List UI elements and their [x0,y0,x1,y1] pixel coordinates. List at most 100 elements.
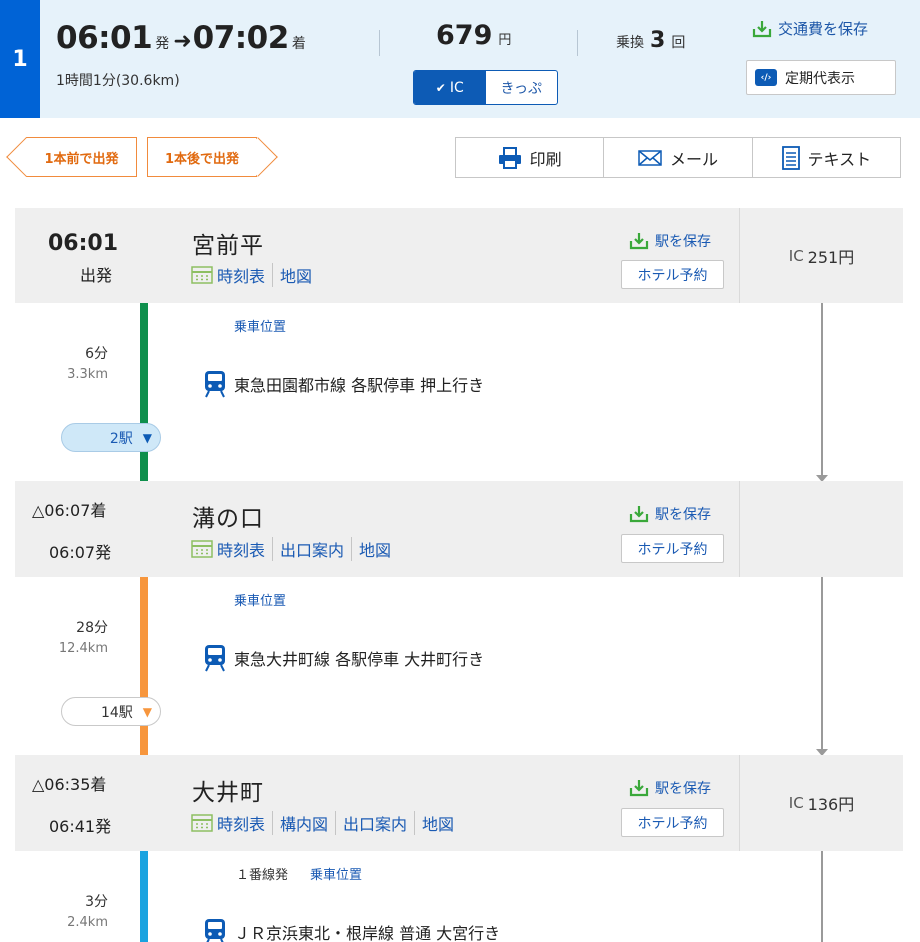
stops-count: 14駅 [100,704,133,721]
arrive-time: 07:02 [192,20,290,56]
station-map-link[interactable]: 構内図 [272,811,335,835]
triangle-down-icon: ▼ [142,430,152,445]
arrival-time: △06:07着 [32,501,107,520]
train-icon [205,371,225,398]
platform-number: １番線発 [236,868,289,883]
boarding-position-link[interactable]: 乗車位置 [234,316,286,335]
station-name[interactable]: 大井町 [192,773,264,807]
train-info[interactable]: 東急大井町線 各駅停車 大井町行き [204,644,484,672]
fare-range-line [821,303,823,475]
fare-value: 136円 [807,795,855,814]
timetable-link[interactable]: 時刻表 [213,811,272,835]
segment-duration: 28分 [76,620,108,636]
train-icon [205,919,225,942]
chevron-right-icon [238,137,278,177]
map-link[interactable]: 地図 [351,537,398,561]
hotel-reserve-button[interactable]: ホテル予約 [621,534,724,563]
timetable-link[interactable]: 時刻表 [213,537,272,561]
train-name: ＪＲ京浜東北・根岸線 普通 大宮行き [234,924,501,942]
transfers-label: 乗換 [616,35,644,51]
segment-distance: 2.4km [67,915,108,930]
save-station-link[interactable]: 駅を保存 [629,778,711,798]
check-icon: ✔ [435,80,446,95]
train-name: 東急大井町線 各駅停車 大井町行き [234,650,485,669]
transfers-unit: 回 [671,35,686,51]
route-transfers: 乗換 3 回 [616,28,685,53]
station-row: △06:35着 06:41発 大井町 時刻表 構内図 出口案内 地図 駅を保存 … [15,755,903,851]
boarding-position-link[interactable]: 乗車位置 [310,864,362,883]
download-icon [752,20,772,37]
station-links: 時刻表 構内図 出口案内 地図 [191,811,461,835]
commuter-pass-label: 定期代表示 [785,70,855,87]
text-button[interactable]: テキスト [751,138,900,177]
save-station-label: 駅を保存 [655,781,711,797]
departure-note: 出発 [80,266,113,285]
boarding-position-link[interactable]: 乗車位置 [234,590,286,609]
fare-unit: 円 [498,33,512,48]
route-duration: 1時間1分(30.6km) [56,73,180,89]
route-fare: 679 円 [436,20,511,51]
map-link[interactable]: 地図 [272,263,319,287]
mail-button[interactable]: メール [603,138,751,177]
exit-guide-link[interactable]: 出口案内 [335,811,414,835]
station-name[interactable]: 溝の口 [192,499,264,533]
save-station-link[interactable]: 駅を保存 [629,504,711,524]
chevron-left-icon [6,137,46,177]
print-label: 印刷 [529,149,562,169]
train-name: 東急田園都市線 各駅停車 押上行き [234,376,485,395]
save-station-link[interactable]: 駅を保存 [629,231,711,251]
map-link[interactable]: 地図 [414,811,461,835]
section-fare: IC 136円 [739,755,903,851]
fare-range-line [821,577,823,749]
line-color-bar [140,851,148,942]
fare-range-line [821,851,823,942]
fare-tab-ic-label: IC [449,79,464,96]
divider [379,30,380,56]
stops-expander[interactable]: 14駅 ▼ [61,697,161,726]
depart-suffix: 発 [155,36,170,52]
stops-expander[interactable]: 2駅 ▼ [61,423,161,452]
save-station-label: 駅を保存 [655,234,711,250]
commuter-pass-button[interactable]: ‹/› 定期代表示 [746,60,896,95]
departure-time: 06:07発 [49,543,112,562]
fare-tab-ticket[interactable]: きっぷ [486,71,558,104]
segment-duration: 3分 [85,894,108,910]
download-icon [629,506,649,523]
fare-tab-ic[interactable]: ✔ IC [414,71,486,104]
timetable-icon [191,814,213,832]
share-toolbar: 印刷 メール テキスト [455,137,901,178]
timetable-link[interactable]: 時刻表 [213,263,272,287]
exit-guide-link[interactable]: 出口案内 [272,537,351,561]
arrival-time: △06:35着 [32,775,107,794]
route-summary: 1 06:01 発 ➜ 07:02 着 1時間1分(30.6km) 679 円 … [0,0,920,118]
fare-prefix: IC [788,794,804,812]
fare-prefix: IC [788,246,804,265]
hotel-reserve-button[interactable]: ホテル予約 [621,260,724,289]
stops-count: 2駅 [109,430,133,447]
prev-departure-button[interactable]: 1本前で出発 [6,137,137,177]
station-name[interactable]: 宮前平 [192,226,264,260]
segment-distance: 3.3km [67,367,108,382]
next-departure-button[interactable]: 1本後で出発 [147,137,278,177]
train-icon [205,645,225,672]
station-row: △06:07着 06:07発 溝の口 時刻表 出口案内 地図 駅を保存 ホテル予… [15,481,903,577]
transfers-count: 3 [650,28,666,53]
station-links: 時刻表 地図 [191,263,319,287]
train-info[interactable]: 東急田園都市線 各駅停車 押上行き [204,370,484,398]
prev-departure-label: 1本前で出発 [42,147,121,167]
fare-amount: 679 [436,20,493,51]
print-button[interactable]: 印刷 [456,138,603,177]
line-color-bar [140,303,148,481]
section-fare [739,481,903,577]
save-fare-link[interactable]: 交通費を保存 [752,18,868,39]
divider [577,30,578,56]
departure-time: 06:41発 [49,817,112,836]
train-info[interactable]: ＪＲ京浜東北・根岸線 普通 大宮行き [204,918,500,942]
route-times: 06:01 発 ➜ 07:02 着 [56,20,310,56]
printer-icon [498,146,521,169]
download-icon [629,233,649,250]
save-fare-label: 交通費を保存 [778,20,869,38]
document-icon [781,145,800,170]
hotel-reserve-button[interactable]: ホテル予約 [621,808,724,837]
fare-value: 251円 [807,247,855,267]
